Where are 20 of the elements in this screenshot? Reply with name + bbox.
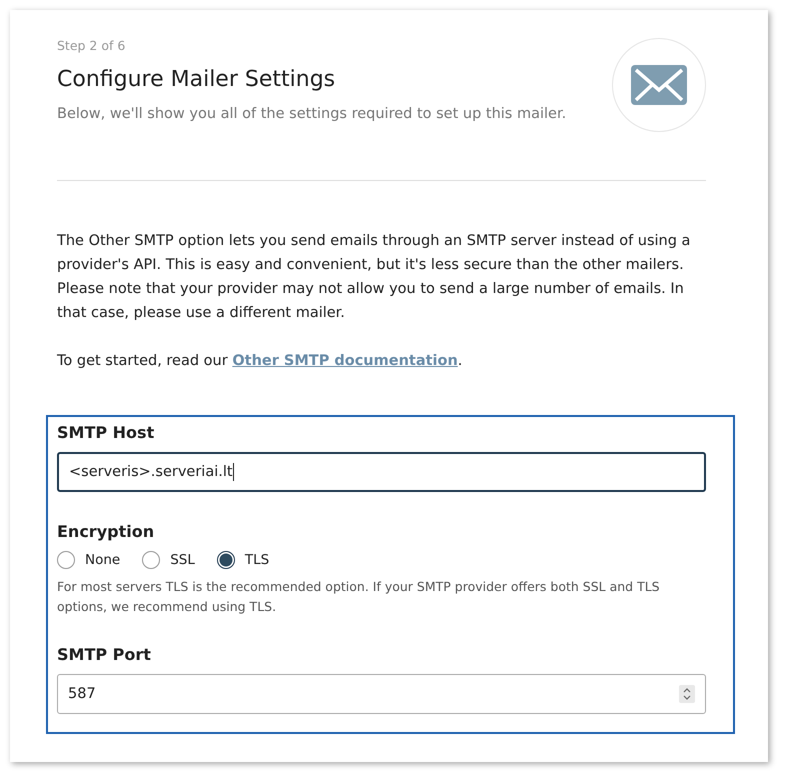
page-subtitle: Below, we'll show you all of the settings required to set up this mailer.	[57, 106, 566, 122]
documentation-link[interactable]: Other SMTP documentation	[232, 353, 458, 369]
documentation-sentence: To get started, read our Other SMTP documentation.	[57, 352, 464, 371]
field-label: Encryption	[57, 522, 156, 541]
page-title: Configure Mailer Settings	[57, 67, 336, 92]
port-field[interactable]: 587	[57, 674, 706, 714]
radio-label: None	[85, 552, 120, 568]
intro-paragraph: The Other SMTP option lets you send emails through an SMTP server instead of using a provider's API. This is easy and convenient, but it's less secure than the other mailers. Please note that your provider may not allow you to send a large number of emails. In that case, please use a different mailer.	[57, 232, 692, 323]
spinner-icon[interactable]	[679, 685, 695, 703]
radio-button[interactable]	[57, 551, 75, 569]
field-label: SMTP Host	[57, 423, 156, 442]
step-indicator: Step 2 of 6	[57, 38, 126, 53]
radio-label: TLS	[244, 552, 270, 568]
radio-button[interactable]	[216, 551, 235, 569]
field-label: SMTP Port	[57, 645, 152, 664]
radio-label: SSL	[170, 552, 195, 568]
envelope-icon	[631, 65, 687, 105]
help-text: For most servers TLS is the recommended option. If your SMTP provider offers both SSL and TLS options, we recommend using TLS.	[57, 578, 661, 616]
radio-button[interactable]	[142, 551, 160, 569]
host-field[interactable]: <serveris>.serveriai.lt	[57, 452, 706, 492]
